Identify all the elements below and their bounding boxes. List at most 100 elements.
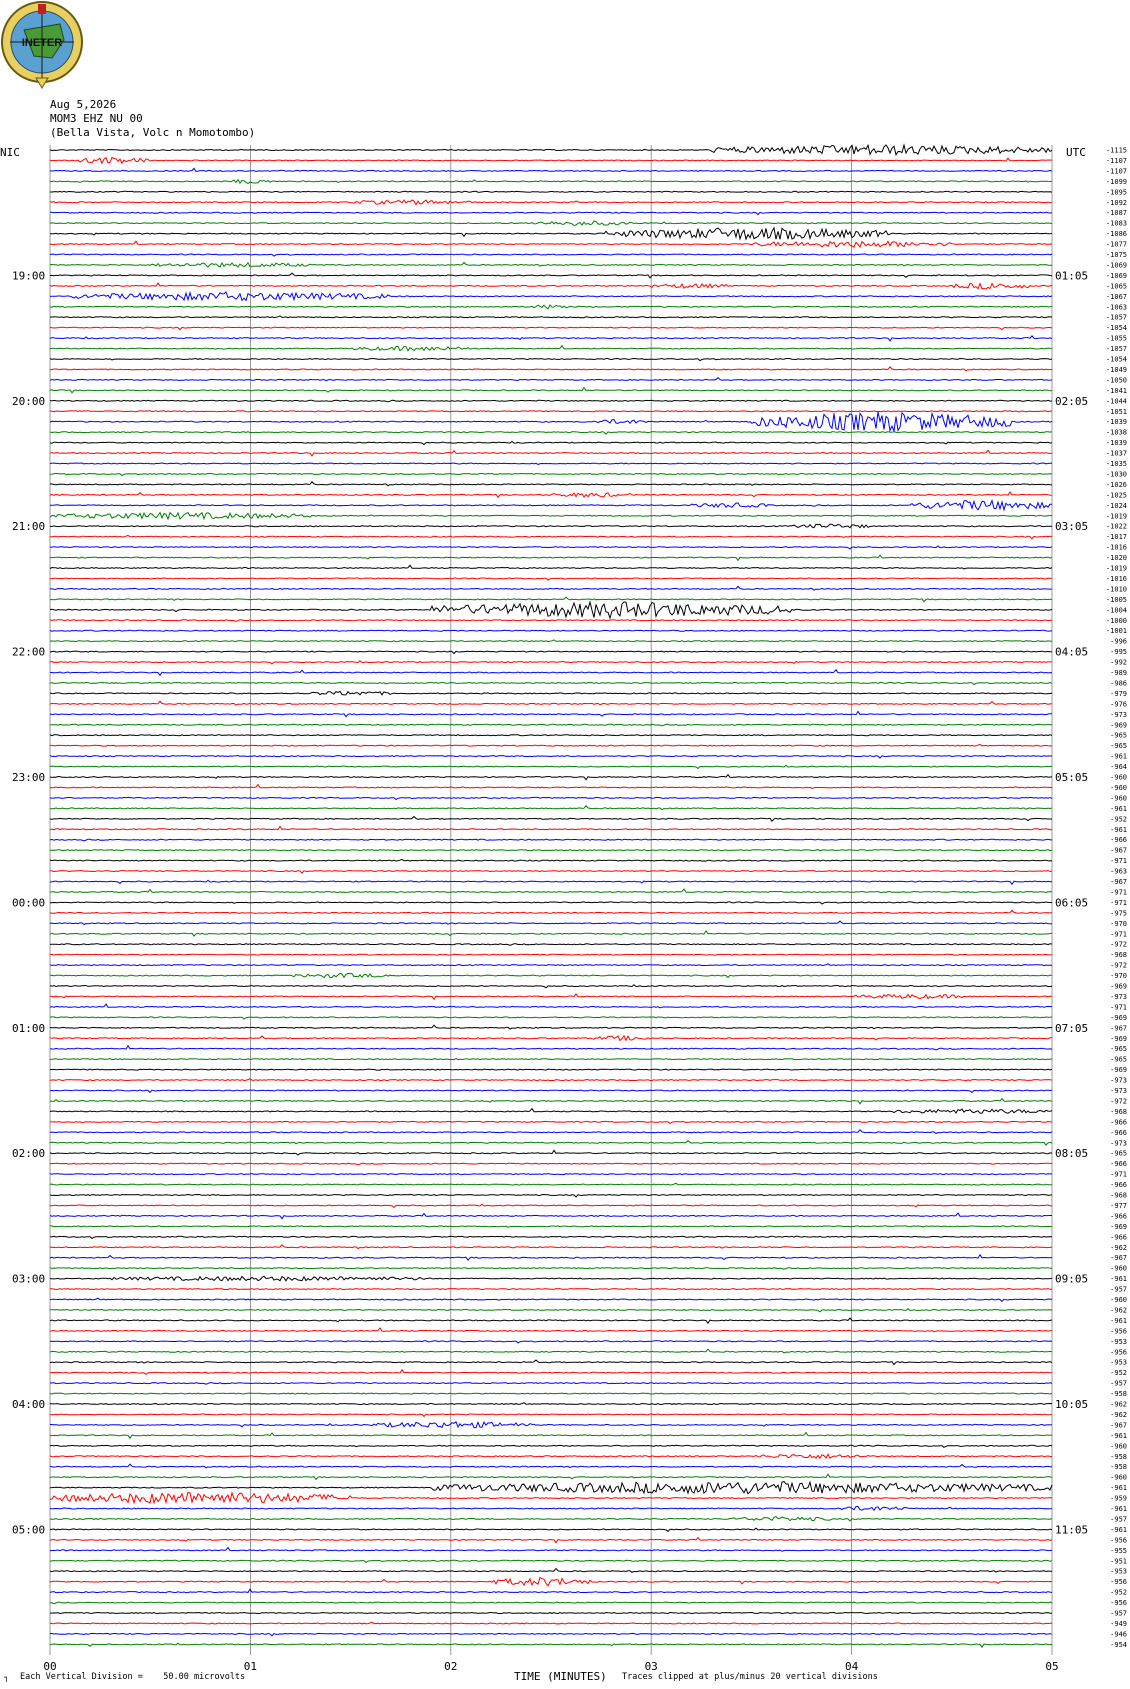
trace-offset-label: -962	[1110, 1244, 1127, 1252]
trace-offset-label: -1065	[1106, 282, 1127, 290]
x-tick-label: 01	[244, 1660, 257, 1673]
trace-line	[49, 1193, 1053, 1198]
trace-offset-label: -956	[1110, 1599, 1127, 1607]
left-hour-label: 23:00	[12, 771, 45, 784]
trace-line	[49, 1473, 1053, 1481]
trace-line	[49, 870, 1053, 874]
trace-offset-label: -954	[1110, 1641, 1127, 1649]
seismic-traces	[49, 143, 1053, 1649]
trace-offset-label: -1025	[1106, 491, 1127, 499]
trace-line	[49, 440, 1053, 446]
trace-line	[49, 1089, 1053, 1094]
trace-offset-label: -973	[1110, 1077, 1127, 1085]
trace-line	[49, 1516, 1053, 1522]
trace-line	[49, 1162, 1053, 1166]
trace-line	[49, 411, 1053, 434]
trace-offset-label: -967	[1110, 1254, 1127, 1262]
trace-line	[49, 1413, 1053, 1418]
trace-offset-label: -960	[1110, 1474, 1127, 1482]
trace-offset-label: -1020	[1106, 554, 1127, 562]
trace-line	[49, 1173, 1053, 1176]
trace-offset-label: -952	[1110, 1589, 1127, 1597]
trace-line	[49, 1348, 1053, 1354]
axis-labels: NIC UTC TIME (MINUTES) 00 01 02 03 04 05-1115…	[0, 146, 1127, 1683]
trace-line	[49, 253, 1053, 257]
trace-line	[49, 690, 1053, 696]
trace-offset-label: -979	[1110, 690, 1127, 698]
trace-line	[49, 1212, 1053, 1220]
trace-offset-label: -959	[1110, 1495, 1127, 1503]
trace-line	[49, 723, 1053, 727]
trace-offset-label: -1067	[1106, 293, 1127, 301]
trace-offset-label: -1055	[1106, 335, 1127, 343]
trace-offset-label: -958	[1110, 1453, 1127, 1461]
trace-offset-label: -965	[1110, 732, 1127, 740]
trace-offset-label: -975	[1110, 909, 1127, 917]
trace-line	[49, 1327, 1053, 1333]
trace-offset-label: -967	[1110, 847, 1127, 855]
trace-offset-label: -1044	[1106, 397, 1127, 405]
trace-line	[50, 226, 1053, 241]
trace-line	[49, 743, 1052, 747]
trace-line	[49, 1359, 1053, 1366]
trace-line	[49, 511, 1052, 521]
trace-offset-label: -960	[1110, 1442, 1127, 1450]
trace-line	[49, 178, 1053, 185]
trace-offset-label: -971	[1110, 899, 1127, 907]
trace-offset-label: -971	[1110, 1003, 1127, 1011]
x-tick-label: 05	[1045, 1660, 1058, 1673]
trace-line	[49, 261, 1053, 268]
right-hour-label: 11:05	[1055, 1523, 1088, 1536]
minute-grid	[49, 145, 1053, 1655]
trace-line	[49, 211, 1053, 216]
trace-offset-label: -964	[1110, 763, 1127, 771]
trace-line	[49, 220, 1053, 226]
trace-offset-label: -956	[1110, 1348, 1127, 1356]
trace-offset-label: -951	[1110, 1557, 1127, 1565]
trace-line	[49, 1463, 1052, 1469]
right-hour-label: 10:05	[1055, 1398, 1088, 1411]
trace-line	[49, 1016, 1053, 1020]
trace-offset-label: -1099	[1106, 178, 1127, 186]
trace-line	[49, 1044, 1053, 1051]
trace-offset-label: -961	[1110, 1275, 1127, 1283]
trace-line	[49, 1368, 1053, 1376]
trace-line	[50, 1308, 1053, 1313]
trace-line	[49, 534, 1053, 540]
trace-line	[49, 1491, 1053, 1505]
trace-line	[49, 700, 1053, 706]
trace-offset-label: -1022	[1106, 523, 1127, 531]
trace-line	[49, 1024, 1053, 1030]
trace-line	[49, 1576, 1053, 1587]
trace-offset-label: -1039	[1106, 439, 1127, 447]
left-hour-label: 03:00	[12, 1273, 45, 1286]
trace-line	[49, 600, 1053, 620]
scale-note: Each Vertical Division = 50.00 microvolt…	[20, 1672, 246, 1682]
left-hour-label: 05:00	[12, 1523, 45, 1536]
trace-offset-label: -969	[1110, 1014, 1127, 1022]
left-hour-label: 21:00	[12, 520, 45, 533]
trace-offset-label: -1049	[1106, 366, 1127, 374]
trace-line	[49, 909, 1053, 914]
trace-offset-label: -1050	[1106, 376, 1127, 384]
left-hour-label: 22:00	[12, 646, 45, 659]
trace-offset-label: -966	[1110, 1212, 1127, 1220]
trace-offset-label: -961	[1110, 1432, 1127, 1440]
trace-offset-label: -962	[1110, 1411, 1127, 1419]
left-hour-label: 00:00	[12, 896, 45, 909]
trace-offset-label: -971	[1110, 888, 1127, 896]
trace-offset-label: -1051	[1106, 408, 1127, 416]
trace-line	[49, 1235, 1053, 1240]
trace-line	[49, 1611, 1052, 1615]
trace-line	[49, 282, 1053, 290]
trace-line	[49, 1243, 1053, 1250]
trace-line	[50, 993, 1053, 1001]
trace-line	[49, 1275, 1053, 1282]
trace-line	[49, 943, 1053, 946]
right-axis-title: UTC	[1066, 146, 1086, 159]
trace-line	[49, 1536, 1053, 1544]
trace-offset-label: -971	[1110, 857, 1127, 865]
trace-offset-label: -966	[1110, 1118, 1127, 1126]
trace-line	[49, 1149, 1053, 1156]
trace-offset-label: -970	[1110, 920, 1127, 928]
